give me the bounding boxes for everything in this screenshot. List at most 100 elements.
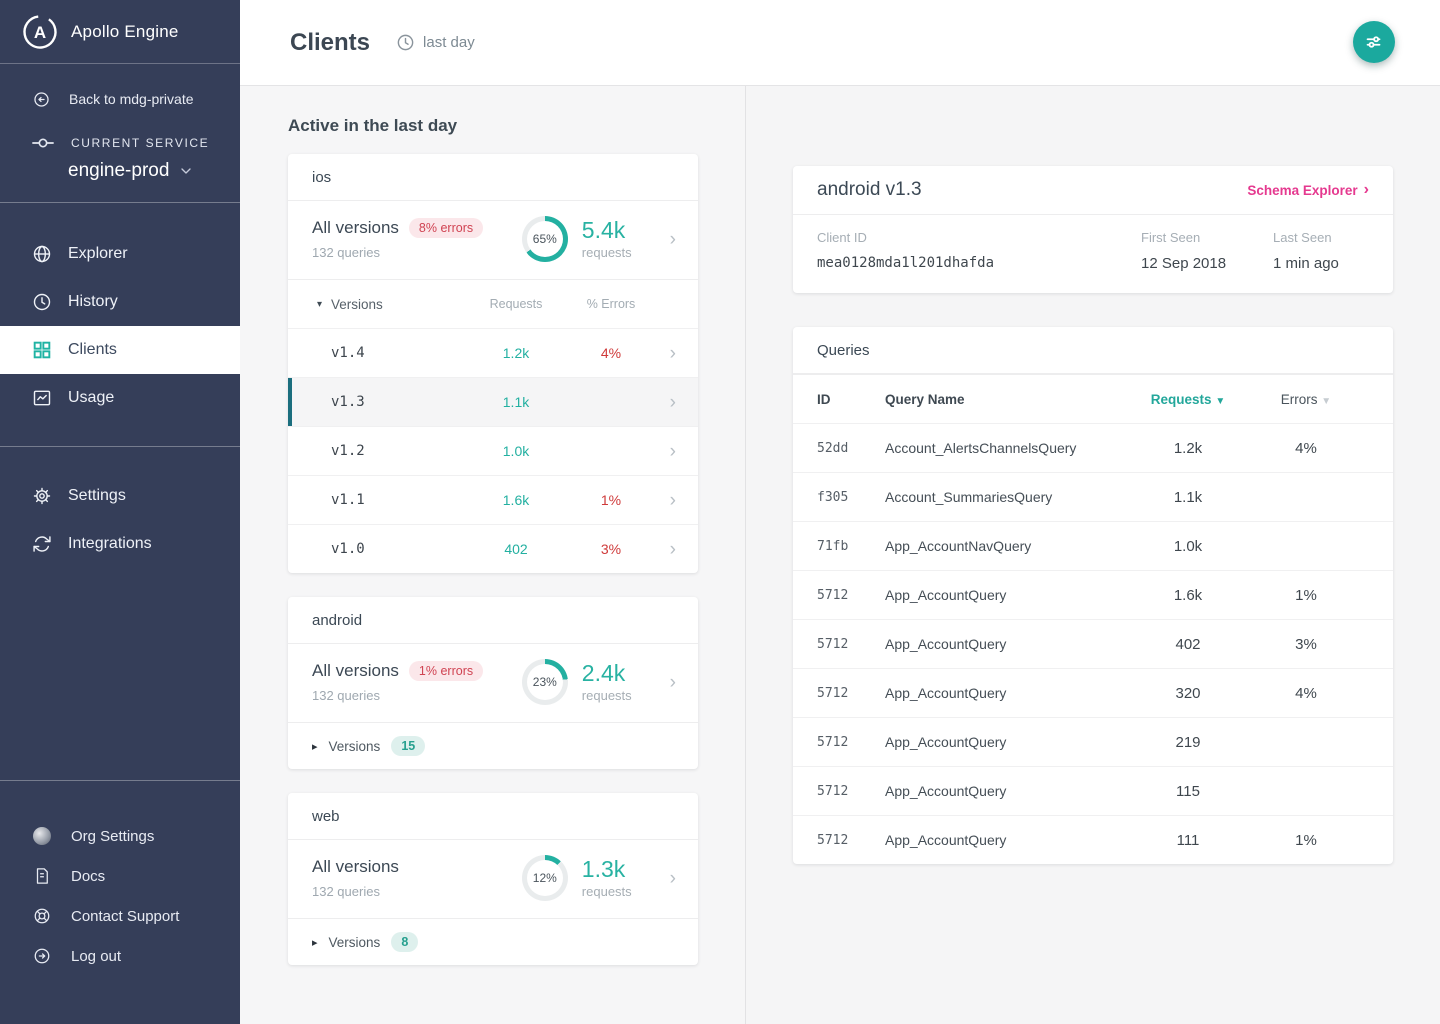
query-row[interactable]: f305 Account_SummariesQuery 1.1k <box>793 472 1393 521</box>
query-row[interactable]: 5712 App_AccountQuery 402 3% <box>793 619 1393 668</box>
version-row-v1-1[interactable]: v1.1 1.6k 1% › <box>288 475 698 524</box>
requests-column-header: Requests <box>489 297 543 311</box>
queries-count: 132 queries <box>312 688 380 703</box>
versions-count-badge: 15 <box>391 736 426 756</box>
detail-title: android v1.3 <box>817 179 922 200</box>
query-row[interactable]: 5712 App_AccountQuery 320 4% <box>793 668 1393 717</box>
sidebar-item-label: Integrations <box>68 535 152 552</box>
chevron-right-icon: › <box>1363 181 1369 198</box>
versions-toggle[interactable]: ▸ Versions 15 <box>288 722 698 769</box>
ring-percent-label: 65% <box>532 232 557 246</box>
sidebar-item-logout[interactable]: Log out <box>0 936 240 976</box>
client-id-label: Client ID <box>817 230 867 245</box>
all-versions-row[interactable]: All versions 8% errors 132 queries 65% 5… <box>288 201 698 279</box>
back-link-label: Back to mdg-private <box>69 91 194 107</box>
main-area: Clients last day Active in the last day … <box>240 0 1440 1024</box>
version-row-v1-4[interactable]: v1.4 1.2k 4% › <box>288 328 698 377</box>
svg-text:A: A <box>34 23 46 42</box>
time-range: last day <box>423 34 475 51</box>
sidebar-item-settings[interactable]: Settings <box>0 472 240 520</box>
ring-percent-label: 12% <box>532 871 557 885</box>
current-service-label: CURRENT SERVICE <box>71 136 210 150</box>
client-id-value: mea0128mda1l201dhafda <box>817 255 995 271</box>
errors-column-header: % Errors <box>586 297 636 311</box>
client-card-android: android All versions 1% errors 132 queri… <box>288 597 698 769</box>
error-badge: 1% errors <box>408 661 484 681</box>
requests-value: 5.4k <box>581 217 626 244</box>
sidebar-footer: Org Settings Docs Contact Support Log ou… <box>0 780 240 1024</box>
sidebar-item-label: Explorer <box>68 245 128 262</box>
collapse-triangle-icon[interactable]: ▾ <box>317 299 331 310</box>
queries-card: Queries ID Query Name Requests ▼ Errors … <box>793 327 1393 864</box>
sidebar-item-clients[interactable]: Clients <box>0 326 240 374</box>
sidebar-item-contact-support[interactable]: Contact Support <box>0 896 240 936</box>
sidebar-item-org-settings[interactable]: Org Settings <box>0 816 240 856</box>
page-title: Clients <box>290 28 371 56</box>
requests-sort-header[interactable]: Requests ▼ <box>1133 392 1243 407</box>
query-row[interactable]: 5712 App_AccountQuery 1.6k 1% <box>793 570 1393 619</box>
requests-value: 1.3k <box>581 856 626 883</box>
chevron-right-icon: › <box>669 867 676 889</box>
query-row[interactable]: 5712 App_AccountQuery 115 <box>793 766 1393 815</box>
version-row-v1-3-selected[interactable]: v1.3 1.1k › <box>288 377 698 426</box>
chevron-right-icon: › <box>669 391 676 413</box>
versions-header: ▾ Versions Requests % Errors <box>288 279 698 328</box>
chevron-right-icon: › <box>669 489 676 511</box>
service-name: engine-prod <box>68 160 170 181</box>
requests-label: requests <box>581 244 632 260</box>
app-name: Apollo Engine <box>71 21 179 41</box>
client-card-ios: ios All versions 8% errors 132 queries 6… <box>288 154 698 573</box>
apollo-logo-icon: A <box>22 14 58 50</box>
chevron-right-icon: › <box>669 342 676 364</box>
first-seen-value: 12 Sep 2018 <box>1141 255 1227 272</box>
requests-value: 2.4k <box>581 660 626 687</box>
sliders-icon <box>1363 31 1385 53</box>
schema-explorer-link[interactable]: Schema Explorer › <box>1247 182 1369 198</box>
globe-icon <box>32 244 52 264</box>
sidebar-item-history[interactable]: History <box>0 278 240 326</box>
sidebar-item-integrations[interactable]: Integrations <box>0 520 240 568</box>
all-versions-row[interactable]: All versions 132 queries 12% 1.3k reques… <box>288 840 698 918</box>
requests-label: requests <box>581 687 632 703</box>
expand-triangle-icon: ▸ <box>312 936 318 949</box>
chevron-right-icon: › <box>669 538 676 560</box>
query-row[interactable]: 5712 App_AccountQuery 111 1% <box>793 815 1393 864</box>
expand-triangle-icon: ▸ <box>312 740 318 753</box>
ring-percent-label: 23% <box>532 675 557 689</box>
client-card-title: ios <box>288 154 698 201</box>
back-link[interactable]: Back to mdg-private <box>0 82 240 116</box>
queries-title: Queries <box>793 327 1393 374</box>
logout-icon <box>33 947 51 965</box>
versions-toggle[interactable]: ▸ Versions 8 <box>288 918 698 965</box>
version-row-v1-2[interactable]: v1.2 1.0k › <box>288 426 698 475</box>
sidebar-item-docs[interactable]: Docs <box>0 856 240 896</box>
all-versions-label: All versions <box>312 218 399 237</box>
chart-icon <box>32 388 52 408</box>
sidebar-item-label: Settings <box>68 487 126 504</box>
sidebar-item-label: History <box>68 293 118 310</box>
sidebar-divider <box>0 446 240 447</box>
version-row-v1-0[interactable]: v1.0 402 3% › <box>288 524 698 573</box>
query-row[interactable]: 71fb App_AccountNavQuery 1.0k <box>793 521 1393 570</box>
chevron-down-icon <box>178 163 194 179</box>
sidebar-item-label: Org Settings <box>71 827 155 845</box>
queries-count: 132 queries <box>312 245 380 260</box>
content: Active in the last day ios All versions … <box>240 86 1440 1024</box>
service-selector[interactable]: engine-prod <box>0 156 240 186</box>
sidebar-item-label: Contact Support <box>71 907 180 925</box>
clock-icon <box>396 33 415 52</box>
query-row[interactable]: 52dd Account_AlertsChannelsQuery 1.2k 4% <box>793 423 1393 472</box>
sidebar-item-explorer[interactable]: Explorer <box>0 230 240 278</box>
sync-icon <box>32 534 52 554</box>
queries-table-header: ID Query Name Requests ▼ Errors ▼ <box>793 374 1393 423</box>
clients-column: Active in the last day ios All versions … <box>240 86 746 1024</box>
app-logo-row: A Apollo Engine <box>0 0 240 64</box>
all-versions-row[interactable]: All versions 1% errors 132 queries 23% 2… <box>288 644 698 722</box>
errors-sort-header[interactable]: Errors ▼ <box>1243 392 1369 407</box>
sidebar-item-usage[interactable]: Usage <box>0 374 240 422</box>
sort-idle-icon: ▼ <box>1321 395 1332 407</box>
filter-settings-button[interactable] <box>1353 21 1395 63</box>
query-row[interactable]: 5712 App_AccountQuery 219 <box>793 717 1393 766</box>
client-card-title: android <box>288 597 698 644</box>
sidebar-item-label: Clients <box>68 341 117 358</box>
